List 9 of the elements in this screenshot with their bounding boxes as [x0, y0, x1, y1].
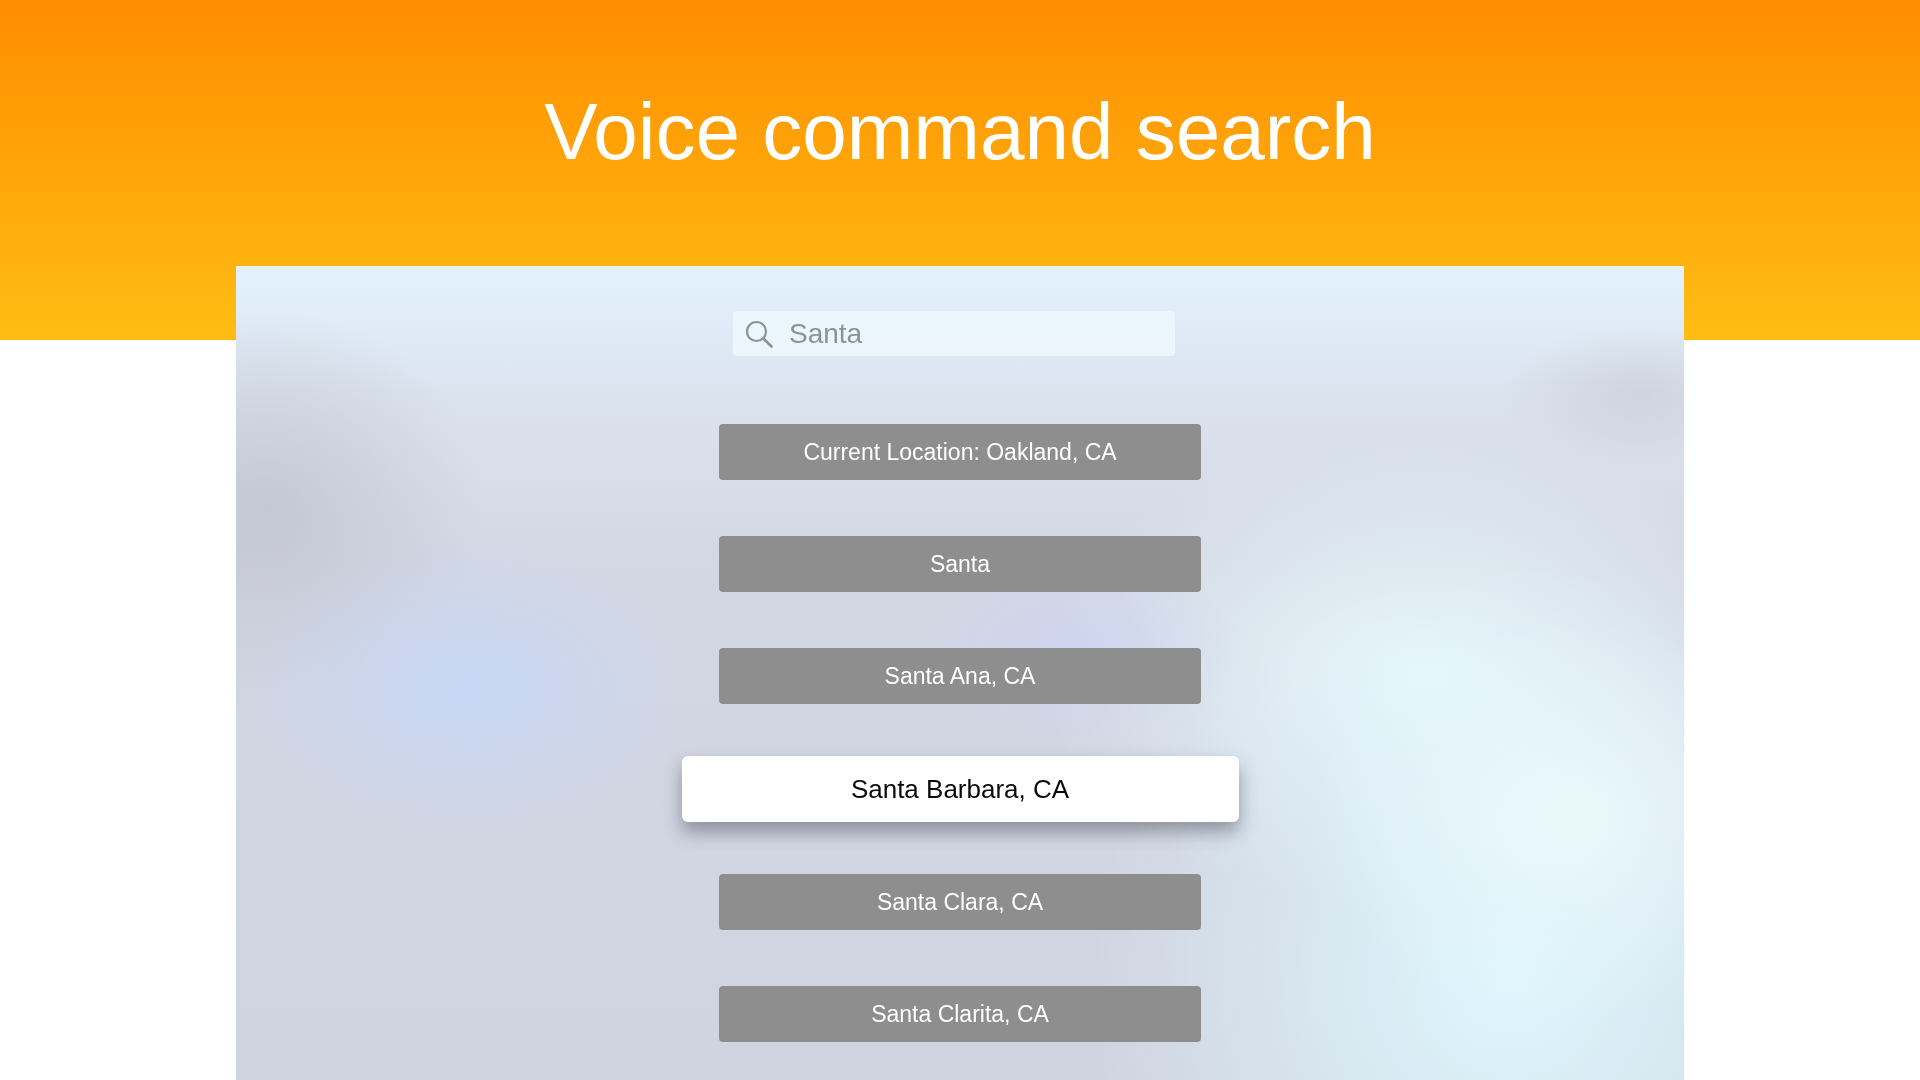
- result-button[interactable]: Santa Clara, CA: [719, 874, 1201, 930]
- page-title: Voice command search: [544, 88, 1376, 176]
- result-button[interactable]: Santa Barbara, CA: [681, 756, 1239, 822]
- result-button[interactable]: Santa Ana, CA: [719, 648, 1201, 704]
- search-field[interactable]: Santa: [733, 311, 1175, 356]
- result-button[interactable]: Santa: [719, 536, 1201, 592]
- result-button[interactable]: Santa Clarita, CA: [719, 986, 1201, 1042]
- result-button[interactable]: Current Location: Oakland, CA: [719, 424, 1201, 480]
- search-icon: [745, 320, 773, 348]
